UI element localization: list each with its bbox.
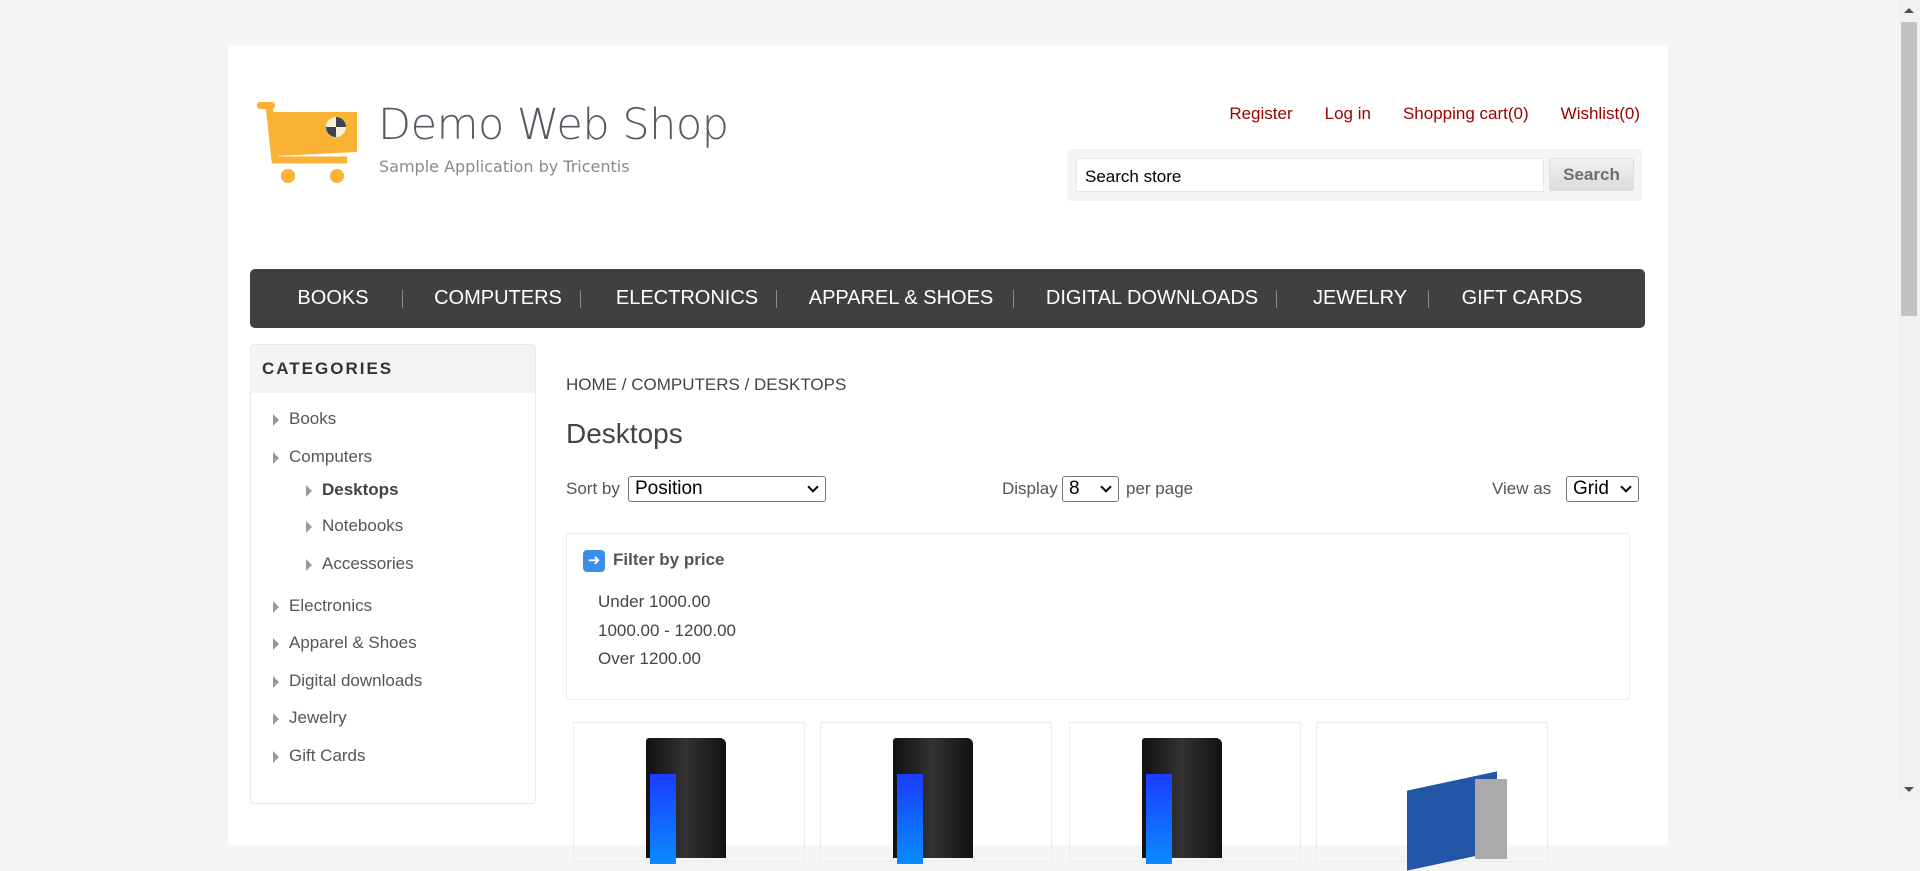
- breadcrumb-current: DESKTOPS: [754, 375, 847, 394]
- category-label: Digital downloads: [289, 671, 423, 690]
- nav-apparel-shoes[interactable]: APPAREL & SHOES: [809, 269, 994, 328]
- nav-divider: [1013, 290, 1014, 308]
- product-item[interactable]: [1316, 722, 1548, 871]
- category-jewelry[interactable]: Jewelry: [273, 708, 347, 728]
- nav-divider: [580, 290, 581, 308]
- product-selectors: Sort by Position Display 8 per page View…: [566, 476, 1639, 506]
- nav-gift-cards[interactable]: GIFT CARDS: [1462, 269, 1583, 328]
- product-item[interactable]: [1069, 722, 1301, 864]
- price-range-1000-1200[interactable]: 1000.00 - 1200.00: [598, 621, 736, 641]
- search-button[interactable]: Search: [1549, 158, 1634, 191]
- product-item[interactable]: [820, 722, 1052, 864]
- register-link[interactable]: Register: [1229, 104, 1292, 124]
- breadcrumb-separator: /: [744, 375, 750, 394]
- category-label: Electronics: [289, 596, 373, 615]
- search-input[interactable]: Search store: [1076, 158, 1544, 192]
- wishlist-link[interactable]: Wishlist(0): [1561, 104, 1640, 124]
- sort-label: Sort by: [566, 479, 620, 498]
- triangle-right-icon: [273, 713, 279, 725]
- category-electronics[interactable]: Electronics: [273, 596, 373, 616]
- category-label: Notebooks: [322, 516, 404, 535]
- view-mode-value: Grid: [1573, 478, 1609, 499]
- triangle-right-icon: [273, 601, 279, 613]
- product-image-case: [1475, 779, 1507, 859]
- scroll-up-icon[interactable]: [1904, 8, 1914, 13]
- brand-name[interactable]: Demo Web Shop: [378, 100, 729, 150]
- nav-digital-downloads[interactable]: DIGITAL DOWNLOADS: [1046, 269, 1258, 328]
- page-title: Desktops: [566, 418, 683, 449]
- breadcrumb: HOME / COMPUTERS / DESKTOPS: [566, 375, 846, 395]
- triangle-right-icon: [273, 676, 279, 688]
- chevron-down-icon: [807, 481, 819, 493]
- product-image[interactable]: [1142, 738, 1222, 864]
- scroll-down-icon[interactable]: [1904, 787, 1914, 792]
- breadcrumb-home[interactable]: HOME: [566, 375, 617, 394]
- shopping-cart-link[interactable]: Shopping cart(0): [1403, 104, 1529, 124]
- categories-sidebar: CATEGORIES Books Computers Desktops Note…: [250, 344, 536, 804]
- chevron-down-icon: [1620, 481, 1632, 493]
- page-scrollbar[interactable]: [1898, 0, 1920, 800]
- nav-electronics[interactable]: ELECTRONICS: [616, 269, 758, 328]
- category-books[interactable]: Books: [273, 409, 337, 429]
- category-accessories[interactable]: Accessories: [306, 554, 414, 574]
- view-as-label: View as: [1492, 479, 1552, 498]
- top-menu: BOOKS COMPUTERS ELECTRONICS APPAREL & SH…: [250, 269, 1645, 328]
- category-digital-downloads[interactable]: Digital downloads: [273, 671, 423, 691]
- triangle-right-icon: [306, 521, 312, 533]
- sort-select[interactable]: Position: [628, 476, 826, 502]
- product-item[interactable]: [573, 722, 805, 864]
- arrow-right-icon: ➜: [583, 550, 605, 572]
- nav-divider: [1428, 290, 1429, 308]
- display-label: Display: [1002, 479, 1058, 498]
- nav-divider: [776, 290, 777, 308]
- product-image[interactable]: [893, 738, 973, 864]
- per-page-label: per page: [1126, 479, 1194, 498]
- nav-jewelry[interactable]: JEWELRY: [1313, 269, 1407, 328]
- product-image[interactable]: [646, 738, 726, 864]
- breadcrumb-separator: /: [621, 375, 627, 394]
- nav-divider: [402, 290, 403, 308]
- search-box: Search store Search: [1067, 149, 1642, 201]
- price-range-over-1200[interactable]: Over 1200.00: [598, 649, 701, 669]
- nav-computers[interactable]: COMPUTERS: [434, 269, 562, 328]
- category-label: Jewelry: [289, 708, 347, 727]
- page-size-value: 8: [1069, 478, 1080, 499]
- triangle-right-icon: [306, 559, 312, 571]
- login-link[interactable]: Log in: [1325, 104, 1371, 124]
- nav-books[interactable]: BOOKS: [297, 269, 368, 328]
- price-range-under-1000[interactable]: Under 1000.00: [598, 592, 710, 612]
- category-notebooks[interactable]: Notebooks: [306, 516, 404, 536]
- brand-tagline: Sample Application by Tricentis: [379, 157, 630, 176]
- triangle-right-icon: [273, 414, 279, 426]
- category-label: Computers: [289, 447, 373, 466]
- category-label: Gift Cards: [289, 746, 366, 765]
- cart-logo-icon[interactable]: [257, 102, 357, 184]
- triangle-right-icon: [273, 638, 279, 650]
- breadcrumb-computers[interactable]: COMPUTERS: [631, 375, 740, 394]
- view-mode-select[interactable]: Grid: [1566, 476, 1639, 502]
- sort-value: Position: [635, 478, 703, 499]
- category-label: Desktops: [322, 480, 399, 499]
- filter-title: Filter by price: [613, 550, 725, 569]
- category-desktops[interactable]: Desktops: [306, 480, 399, 500]
- categories-title: CATEGORIES: [251, 345, 535, 393]
- category-apparel-shoes[interactable]: Apparel & Shoes: [273, 633, 417, 653]
- scrollbar-thumb[interactable]: [1901, 22, 1917, 316]
- header-links: Register Log in Shopping cart(0) Wishlis…: [1229, 104, 1640, 124]
- nav-divider: [1276, 290, 1277, 308]
- triangle-right-icon: [306, 485, 312, 497]
- category-label: Accessories: [322, 554, 414, 573]
- category-label: Apparel & Shoes: [289, 633, 417, 652]
- category-gift-cards[interactable]: Gift Cards: [273, 746, 366, 766]
- page-size-select[interactable]: 8: [1062, 476, 1119, 502]
- chevron-down-icon: [1100, 481, 1112, 493]
- price-filter: ➜ Filter by price Under 1000.00 1000.00 …: [566, 533, 1630, 700]
- triangle-right-icon: [273, 751, 279, 763]
- category-label: Books: [289, 409, 337, 428]
- category-computers[interactable]: Computers: [273, 447, 373, 467]
- page-container: Demo Web Shop Sample Application by Tric…: [228, 45, 1668, 871]
- triangle-right-icon: [273, 452, 279, 464]
